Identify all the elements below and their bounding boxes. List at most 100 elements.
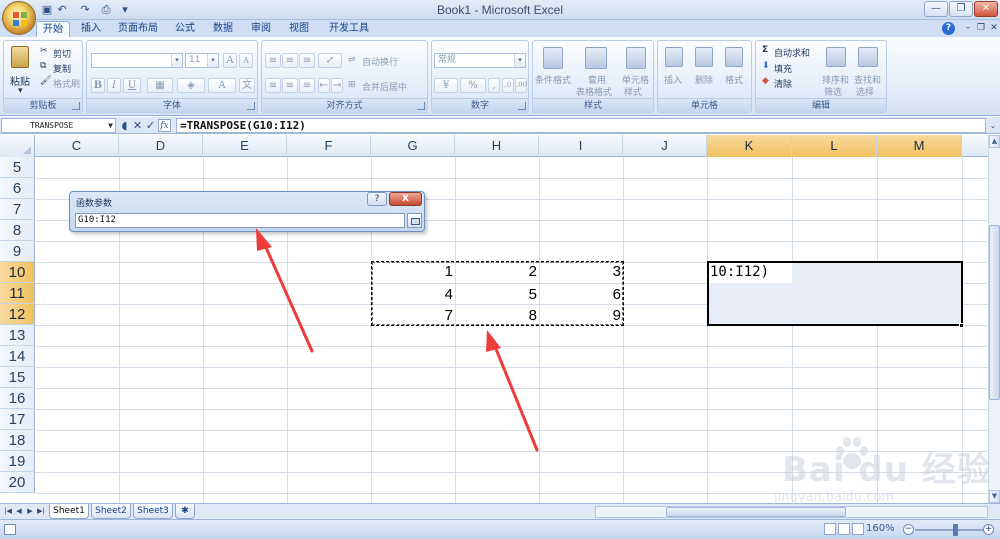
format-table-label-2[interactable]: 表格格式	[576, 85, 612, 98]
phonetic-icon[interactable]: 文	[239, 78, 255, 93]
column-header-h[interactable]: H	[455, 135, 539, 157]
cell-i11[interactable]: 6	[539, 286, 621, 303]
active-cell-k10[interactable]: 10:I12)	[709, 263, 792, 283]
row-header-14[interactable]: 14	[0, 346, 35, 367]
column-header-g[interactable]: G	[371, 135, 455, 157]
wrap-text-button[interactable]: 自动换行	[362, 55, 398, 68]
format-cells-icon[interactable]	[725, 47, 743, 67]
fill-handle[interactable]	[959, 323, 964, 328]
last-sheet-icon[interactable]: ▶|	[36, 506, 46, 517]
row-header-5[interactable]: 5	[0, 157, 35, 178]
italic-button[interactable]: I	[107, 78, 121, 93]
align-bottom-icon[interactable]: ≡	[299, 53, 315, 68]
row-header-20[interactable]: 20	[0, 472, 35, 493]
next-sheet-icon[interactable]: ▶	[25, 506, 35, 517]
column-header-k[interactable]: K	[707, 135, 792, 157]
accounting-format-icon[interactable]: ¥	[434, 78, 458, 93]
row-header-19[interactable]: 19	[0, 451, 35, 472]
clipboard-launcher-icon[interactable]	[72, 102, 80, 110]
find-select-icon[interactable]	[858, 47, 878, 67]
number-format-combo[interactable]: 常规 ▾	[434, 53, 526, 68]
format-cells-button[interactable]: 格式	[725, 73, 743, 86]
tab-review[interactable]: 审阅	[244, 21, 278, 37]
zoom-slider-knob[interactable]	[953, 524, 958, 536]
tab-formulas[interactable]: 公式	[168, 21, 202, 37]
row-header-7[interactable]: 7	[0, 199, 35, 220]
column-header-m[interactable]: M	[877, 135, 962, 157]
page-layout-view-icon[interactable]	[838, 523, 850, 535]
row-header-18[interactable]: 18	[0, 430, 35, 451]
cell-g12[interactable]: 7	[371, 307, 453, 324]
row-header-6[interactable]: 6	[0, 178, 35, 199]
column-header-l[interactable]: L	[792, 135, 877, 157]
select-all-button[interactable]	[0, 135, 35, 157]
vertical-scroll-thumb[interactable]	[989, 225, 1000, 400]
sort-filter-icon[interactable]	[826, 47, 846, 67]
workbook-restore-icon[interactable]: ❐	[975, 23, 987, 34]
cut-button[interactable]: 剪切	[53, 47, 71, 60]
close-button[interactable]: ✕	[974, 1, 998, 17]
grow-font-button[interactable]: A	[223, 53, 237, 68]
restore-button[interactable]: ❐	[949, 1, 973, 17]
align-left-icon[interactable]: ≡	[265, 78, 281, 93]
font-color-icon[interactable]: A	[208, 78, 236, 93]
name-box[interactable]: TRANSPOSE ▼	[1, 118, 116, 133]
borders-icon[interactable]: ▦	[147, 78, 173, 93]
cell-styles-icon[interactable]	[626, 47, 646, 69]
expand-dialog-icon[interactable]	[407, 213, 422, 228]
align-top-icon[interactable]: ≡	[265, 53, 281, 68]
autosum-button[interactable]: 自动求和	[774, 46, 810, 59]
insert-function-button[interactable]: fx	[158, 119, 171, 132]
align-right-icon[interactable]: ≡	[299, 78, 315, 93]
zoom-in-icon[interactable]: +	[983, 524, 994, 535]
font-size-combo[interactable]: 11 ▾	[185, 53, 219, 68]
office-button[interactable]	[2, 1, 36, 35]
cell-g11[interactable]: 4	[371, 286, 453, 303]
align-center-icon[interactable]: ≡	[282, 78, 298, 93]
row-header-10[interactable]: 10	[0, 262, 35, 283]
tab-view[interactable]: 视图	[282, 21, 316, 37]
sheet-tab-sheet1[interactable]: Sheet1	[49, 504, 89, 519]
zoom-out-icon[interactable]: −	[903, 524, 914, 535]
decrease-decimal-icon[interactable]: .00	[515, 78, 527, 93]
row-header-17[interactable]: 17	[0, 409, 35, 430]
format-painter-button[interactable]: 格式刷	[53, 77, 80, 90]
row-header-9[interactable]: 9	[0, 241, 35, 262]
macro-record-icon[interactable]	[4, 524, 16, 535]
column-header-j[interactable]: J	[623, 135, 707, 157]
row-header-11[interactable]: 11	[0, 283, 35, 304]
row-header-16[interactable]: 16	[0, 388, 35, 409]
shrink-font-button[interactable]: A	[239, 53, 253, 68]
format-as-table-icon[interactable]	[585, 47, 607, 69]
alignment-launcher-icon[interactable]	[417, 102, 425, 110]
enter-button[interactable]: ✓	[144, 119, 157, 132]
copy-button[interactable]: 复制	[53, 62, 71, 75]
comma-style-icon[interactable]: ,	[488, 78, 500, 93]
column-header-f[interactable]: F	[287, 135, 371, 157]
cell-styles-label-2[interactable]: 样式	[624, 85, 642, 98]
insert-cells-button[interactable]: 插入	[664, 73, 682, 86]
dialog-range-input[interactable]: G10:I12	[75, 213, 405, 228]
first-sheet-icon[interactable]: |◀	[3, 506, 13, 517]
cell-i10[interactable]: 3	[539, 263, 621, 280]
clear-button[interactable]: 清除	[774, 77, 792, 90]
expand-formula-bar-icon[interactable]: ⌄	[987, 118, 999, 133]
insert-sheet-icon[interactable]: ✱	[175, 504, 195, 519]
decrease-indent-icon[interactable]: ⇤	[318, 78, 330, 93]
find-select-label-2[interactable]: 选择	[856, 85, 874, 98]
cell-h11[interactable]: 5	[455, 286, 537, 303]
number-launcher-icon[interactable]	[518, 102, 526, 110]
increase-indent-icon[interactable]: ⇥	[331, 78, 343, 93]
column-header-i[interactable]: I	[539, 135, 623, 157]
row-header-12[interactable]: 12	[0, 304, 35, 325]
dialog-help-button[interactable]: ?	[367, 192, 387, 206]
zoom-slider[interactable]: − +	[903, 524, 994, 536]
cell-g10[interactable]: 1	[371, 263, 453, 280]
row-header-13[interactable]: 13	[0, 325, 35, 346]
tab-insert[interactable]: 插入	[74, 21, 108, 37]
formula-input[interactable]: =TRANSPOSE(G10:I12)	[176, 118, 986, 133]
zoom-level[interactable]: 160%	[866, 523, 895, 534]
sheet-tab-sheet3[interactable]: Sheet3	[133, 504, 173, 519]
increase-decimal-icon[interactable]: .0	[502, 78, 514, 93]
delete-cells-icon[interactable]	[695, 47, 713, 67]
